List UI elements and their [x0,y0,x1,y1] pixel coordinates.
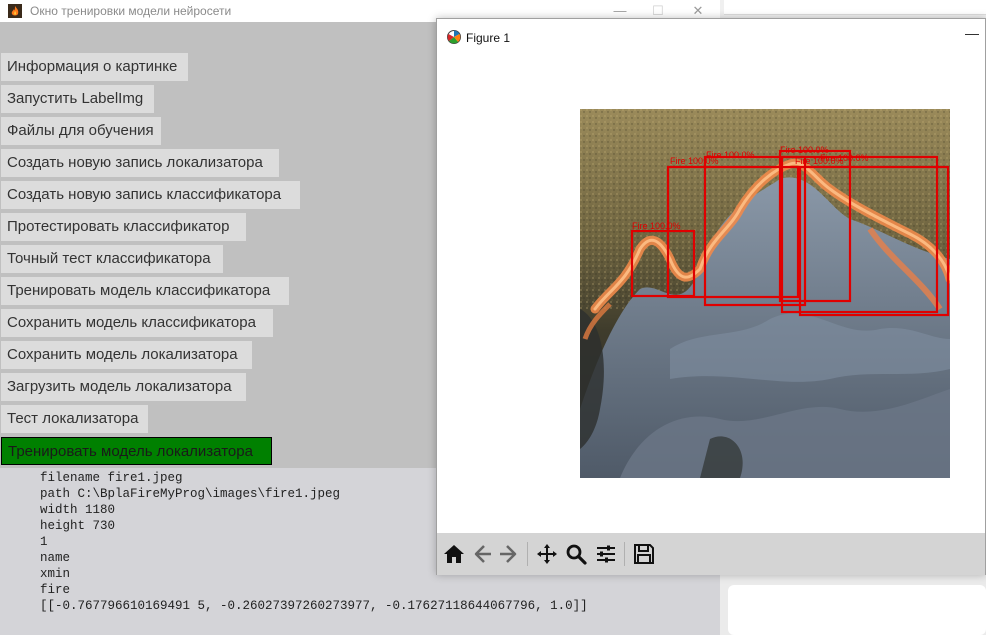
action-button[interactable]: Сохранить модель классификатора [1,309,273,337]
background-panel [728,585,986,635]
navigation-toolbar [437,533,985,575]
action-button[interactable]: Запустить LabelImg [1,85,154,113]
action-button[interactable]: Сохранить модель локализатора [1,341,252,369]
action-button[interactable]: Протестировать классификатор [1,213,246,241]
action-button[interactable]: Тест локализатора [1,405,148,433]
log-line: fire [40,583,71,597]
action-button[interactable]: Тренировать модель классификатора [1,277,289,305]
detection-label: Fire 100.0% [632,221,681,231]
detection-label: Fire 100.0% [706,150,755,160]
toolbar-separator [527,542,528,566]
pan-icon[interactable] [535,542,559,566]
detection-image: Fire 100.0% Fire 100.0% Fire 100.0% Fire… [580,109,950,478]
save-icon[interactable] [632,542,656,566]
aerial-fire-photo: Fire 100.0% Fire 100.0% Fire 100.0% Fire… [580,109,950,478]
action-button[interactable]: Создать новую запись классификатора [1,181,300,209]
action-button[interactable]: Тренировать модель локализатора [1,437,272,465]
subplots-config-icon[interactable] [594,542,618,566]
window-title: Окно тренировки модели нейросети [30,4,232,18]
matplotlib-logo-icon [447,30,461,44]
zoom-icon[interactable] [564,542,588,566]
background-window-top [724,0,986,15]
figure-minimize-button[interactable]: — [965,25,979,41]
log-gutter [0,468,40,635]
app-flame-icon [8,4,22,18]
figure-title: Figure 1 [466,31,511,45]
toolbar-separator [624,542,625,566]
figure-title-bar: Figure 1 — [437,19,985,55]
home-icon[interactable] [442,542,466,566]
forward-arrow-icon[interactable] [497,542,521,566]
action-button[interactable]: Загрузить модель локализатора [1,373,246,401]
figure-window: Figure 1 — Fire 100.0% Fire 100.0% Fire … [436,18,986,575]
back-arrow-icon[interactable] [470,542,494,566]
log-line: [[-0.767796610169491 5, -0.2602739726027… [40,599,588,613]
action-button[interactable]: Создать новую запись локализатора [1,149,279,177]
action-button[interactable]: Файлы для обучения [1,117,161,145]
detection-label: Fire 100.0% [820,153,869,163]
action-button[interactable]: Информация о картинке [1,53,188,81]
action-button[interactable]: Точный тест классификатора [1,245,223,273]
background-window-bottom [720,575,986,635]
